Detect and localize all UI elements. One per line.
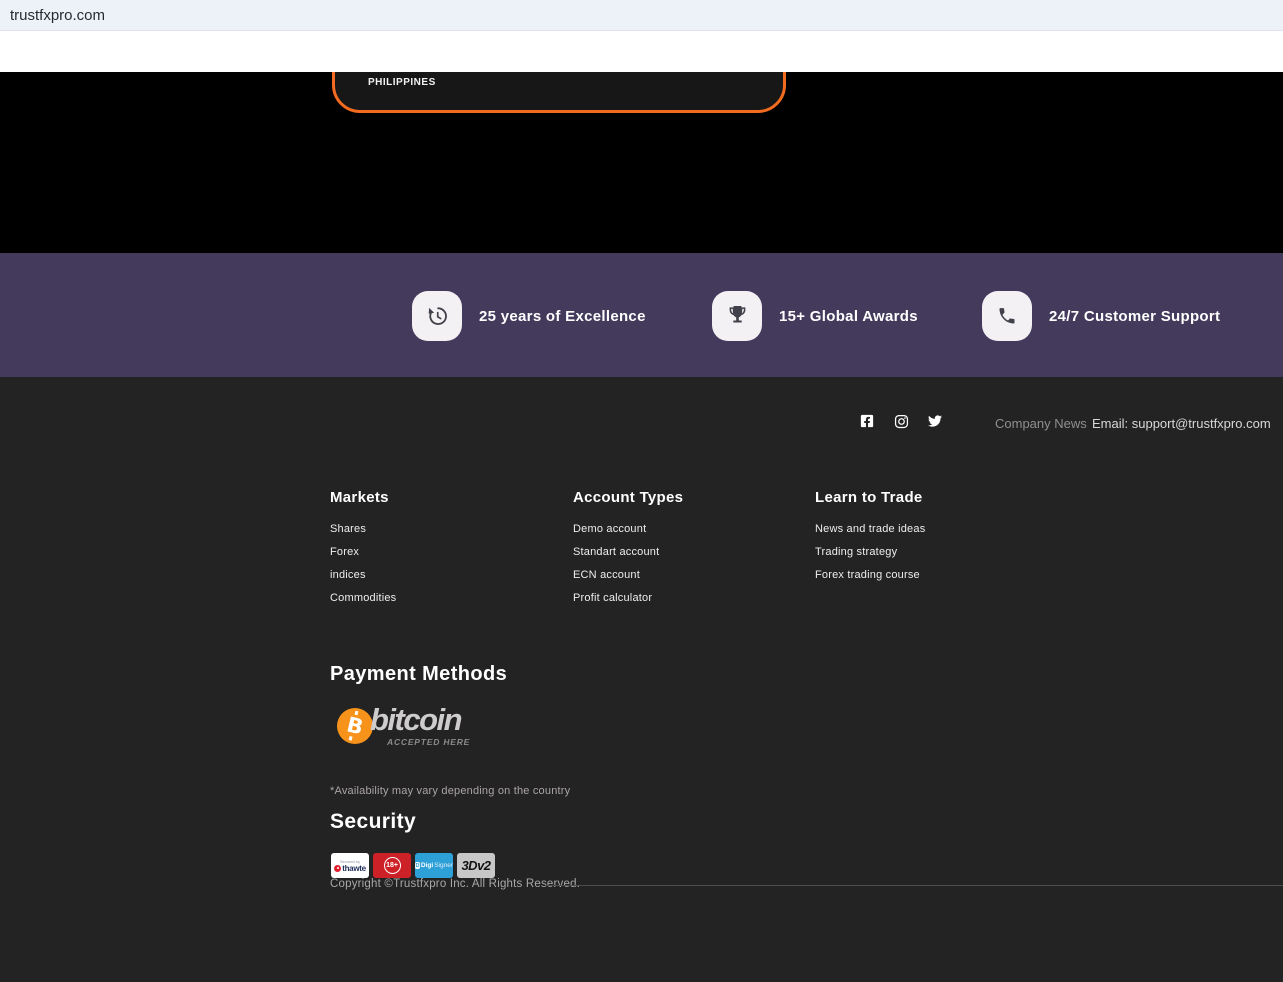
support-email-link[interactable]: Email: support@trustfxpro.com [1092,416,1271,431]
link-forex-trading-course[interactable]: Forex trading course [815,569,1045,582]
phone-icon [982,291,1032,341]
feature-label: 15+ Global Awards [779,308,918,325]
footer: Company News Email: support@trustfxpro.c… [0,377,1283,982]
bitcoin-symbol: B [344,713,365,740]
threedv2-badge: 3Dv2 [457,853,495,878]
instagram-icon[interactable] [893,413,909,429]
feature-label: 24/7 Customer Support [1049,308,1220,325]
link-shares[interactable]: Shares [330,523,560,536]
features-band: 25 years of Excellence 15+ Global Awards… [0,253,1283,377]
security-title: Security [330,810,416,834]
thawte-label: thawte [342,864,366,873]
trophy-icon [712,291,762,341]
digisigner-label-light: Signer [434,862,453,869]
column-title: Account Types [573,489,803,506]
availability-note: *Availability may vary depending on the … [330,785,570,797]
thawte-badge: Secured by thawte [331,853,369,878]
twitter-icon[interactable] [927,413,943,429]
social-row [859,413,943,429]
white-strip [0,31,1283,72]
bitcoin-icon: B [337,708,373,744]
thawte-logo-dot [334,865,341,872]
link-forex[interactable]: Forex [330,546,560,559]
payment-methods-title: Payment Methods [330,663,507,686]
history-icon [412,291,462,341]
browser-topbar: trustfxpro.com [0,0,1283,31]
footer-divider [545,885,1283,886]
link-trading-strategy[interactable]: Trading strategy [815,546,1045,559]
digisigner-badge: D Digi Signer [415,853,453,878]
threedv2-label: 3Dv2 [461,858,490,873]
link-indices[interactable]: indices [330,569,560,582]
bitcoin-logo: B bitcoin ACCEPTED HERE [337,704,457,749]
feature-excellence: 25 years of Excellence [412,291,646,341]
url-label: trustfxpro.com [10,7,105,24]
column-title: Markets [330,489,560,506]
hero-section: PHILIPPINES [0,72,1283,253]
column-title: Learn to Trade [815,489,1045,506]
footer-column-markets: Markets Shares Forex indices Commodities [330,489,560,615]
link-profit-calculator[interactable]: Profit calculator [573,592,803,605]
country-card: PHILIPPINES [332,72,786,113]
age-18-label: 18+ [384,857,401,874]
facebook-icon[interactable] [859,413,875,429]
bitcoin-wordmark: bitcoin [370,702,461,738]
company-news-link[interactable]: Company News [995,416,1087,431]
feature-support: 24/7 Customer Support [982,291,1220,341]
age-18-badge: 18+ [373,853,411,878]
link-ecn-account[interactable]: ECN account [573,569,803,582]
link-commodities[interactable]: Commodities [330,592,560,605]
page: trustfxpro.com PHILIPPINES 25 years of E… [0,0,1283,982]
copyright-text: Copyright ©Trustfxpro Inc. All Rights Re… [330,878,580,890]
link-news-trade-ideas[interactable]: News and trade ideas [815,523,1045,536]
footer-column-account-types: Account Types Demo account Standart acco… [573,489,803,615]
feature-label: 25 years of Excellence [479,308,646,325]
digisigner-icon: D [415,862,420,869]
country-label: PHILIPPINES [368,77,436,88]
link-standart-account[interactable]: Standart account [573,546,803,559]
digisigner-label-bold: Digi [421,862,433,869]
footer-column-learn-to-trade: Learn to Trade News and trade ideas Trad… [815,489,1045,592]
security-badges: Secured by thawte 18+ D Digi Signer 3Dv2 [331,853,495,878]
bitcoin-tagline: ACCEPTED HERE [387,737,455,747]
feature-awards: 15+ Global Awards [712,291,918,341]
link-demo-account[interactable]: Demo account [573,523,803,536]
